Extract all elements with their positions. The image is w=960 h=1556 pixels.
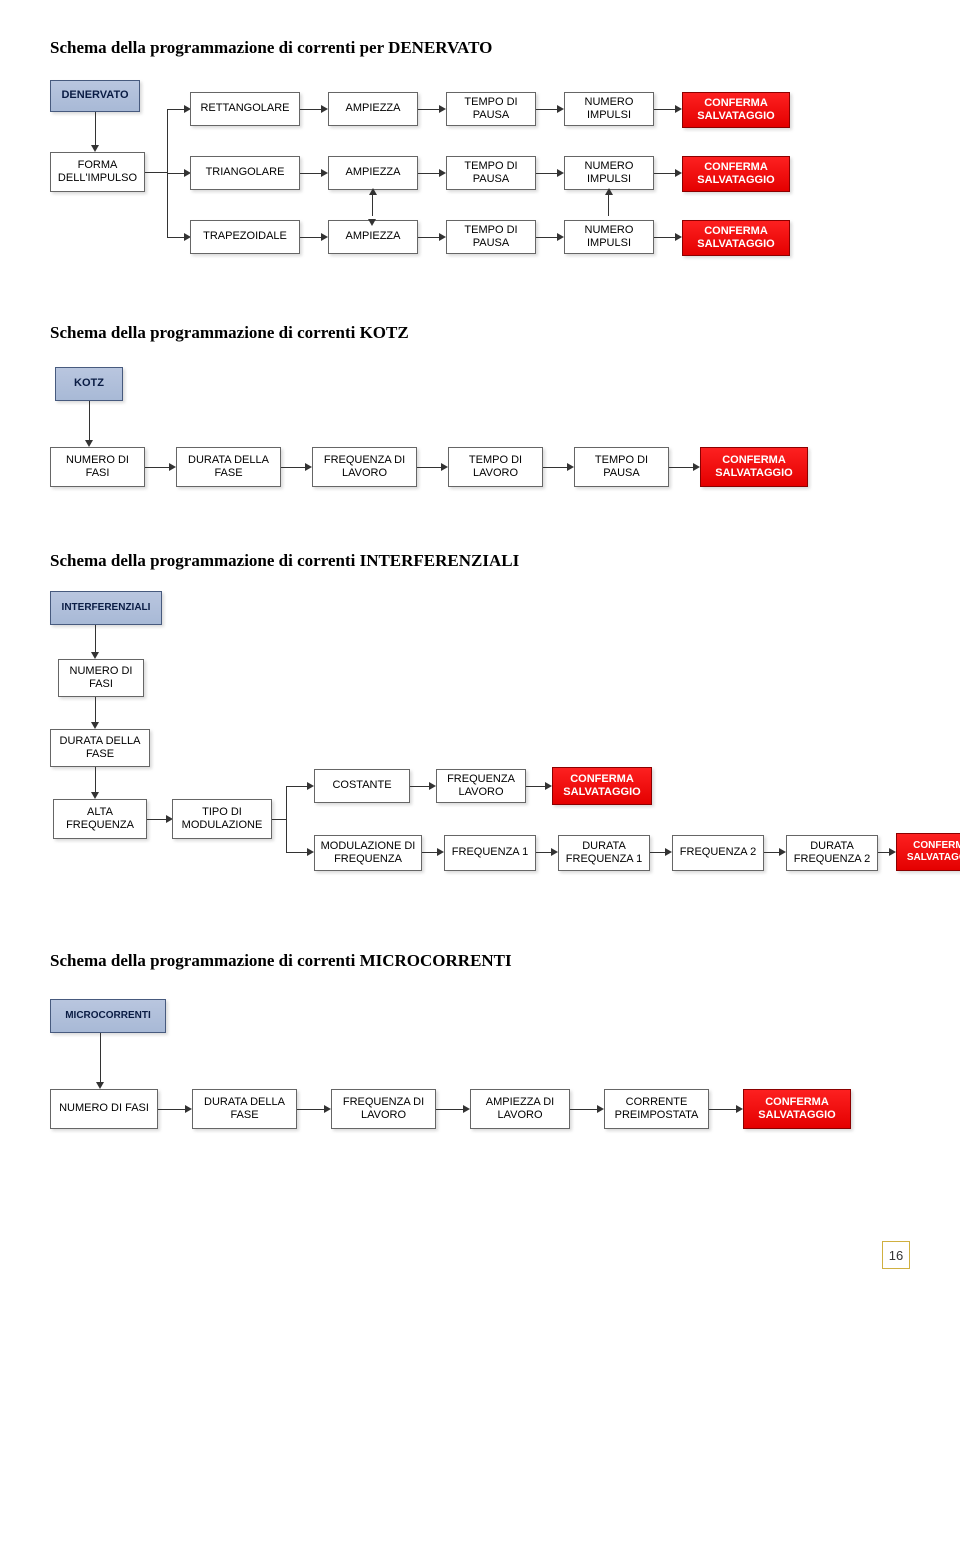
box-numero-fasi-i: NUMERO DI FASI	[58, 659, 144, 697]
box-conferma-i2: CONFERMA SALVATAGGIO	[896, 833, 960, 871]
box-ampiezza-2: AMPIEZZA	[328, 156, 418, 190]
box-durata-f2: DURATA FREQUENZA 2	[786, 835, 878, 871]
box-conferma-k: CONFERMA SALVATAGGIO	[700, 447, 808, 487]
box-ampiezza-1: AMPIEZZA	[328, 92, 418, 126]
box-kotz: KOTZ	[55, 367, 123, 401]
box-conferma-3: CONFERMA SALVATAGGIO	[682, 220, 790, 256]
box-conferma-1: CONFERMA SALVATAGGIO	[682, 92, 790, 128]
box-freq-lavoro-i: FREQUENZA LAVORO	[436, 769, 526, 803]
box-corr-preimp-m: CORRENTE PREIMPOSTATA	[604, 1089, 709, 1129]
box-triangolare: TRIANGOLARE	[190, 156, 300, 190]
heading-kotz: Schema della programmazione di correnti …	[50, 323, 910, 343]
box-durata-fase-k: DURATA DELLA FASE	[176, 447, 281, 487]
box-amp-lavoro-m: AMPIEZZA DI LAVORO	[470, 1089, 570, 1129]
diagram-denervato: DENERVATO FORMA DELL'IMPULSO RETTANGOLAR…	[50, 68, 910, 293]
heading-denervato: Schema della programmazione di correnti …	[50, 38, 910, 58]
box-tempo-pausa-3: TEMPO DI PAUSA	[446, 220, 536, 254]
box-durata-fase-m: DURATA DELLA FASE	[192, 1089, 297, 1129]
box-conferma-m: CONFERMA SALVATAGGIO	[743, 1089, 851, 1129]
box-tempo-pausa-k: TEMPO DI PAUSA	[574, 447, 669, 487]
box-rettangolare: RETTANGOLARE	[190, 92, 300, 126]
box-freq-lavoro-k: FREQUENZA DI LAVORO	[312, 447, 417, 487]
box-denervato: DENERVATO	[50, 80, 140, 112]
box-trapezoidale: TRAPEZOIDALE	[190, 220, 300, 254]
box-forma-impulso: FORMA DELL'IMPULSO	[50, 152, 145, 192]
heading-micro: Schema della programmazione di correnti …	[50, 951, 910, 971]
diagram-micro: MICROCORRENTI NUMERO DI FASI DURATA DELL…	[50, 981, 910, 1171]
box-mod-freq: MODULAZIONE DI FREQUENZA	[314, 835, 422, 871]
box-durata-f1: DURATA FREQUENZA 1	[558, 835, 650, 871]
box-tempo-pausa-2: TEMPO DI PAUSA	[446, 156, 536, 190]
box-interf: INTERFERENZIALI	[50, 591, 162, 625]
box-numero-impulsi-3: NUMERO IMPULSI	[564, 220, 654, 254]
page-number: 16	[882, 1241, 910, 1269]
box-durata-fase-i: DURATA DELLA FASE	[50, 729, 150, 767]
box-numero-fasi-m: NUMERO DI FASI	[50, 1089, 158, 1129]
box-costante: COSTANTE	[314, 769, 410, 803]
box-tempo-lavoro-k: TEMPO DI LAVORO	[448, 447, 543, 487]
box-numero-impulsi-1: NUMERO IMPULSI	[564, 92, 654, 126]
box-freq-lavoro-m: FREQUENZA DI LAVORO	[331, 1089, 436, 1129]
box-numero-fasi-k: NUMERO DI FASI	[50, 447, 145, 487]
box-frequenza2: FREQUENZA 2	[672, 835, 764, 871]
box-numero-impulsi-2: NUMERO IMPULSI	[564, 156, 654, 190]
box-tipo-modulazione: TIPO DI MODULAZIONE	[172, 799, 272, 839]
box-conferma-2: CONFERMA SALVATAGGIO	[682, 156, 790, 192]
box-conferma-i1: CONFERMA SALVATAGGIO	[552, 767, 652, 805]
diagram-kotz: KOTZ NUMERO DI FASI DURATA DELLA FASE FR…	[50, 353, 910, 521]
box-tempo-pausa-1: TEMPO DI PAUSA	[446, 92, 536, 126]
box-frequenza1: FREQUENZA 1	[444, 835, 536, 871]
diagram-interf: INTERFERENZIALI NUMERO DI FASI DURATA DE…	[50, 581, 910, 921]
box-alta-freq: ALTA FREQUENZA	[53, 799, 147, 839]
heading-interf: Schema della programmazione di correnti …	[50, 551, 910, 571]
box-microcorrenti: MICROCORRENTI	[50, 999, 166, 1033]
